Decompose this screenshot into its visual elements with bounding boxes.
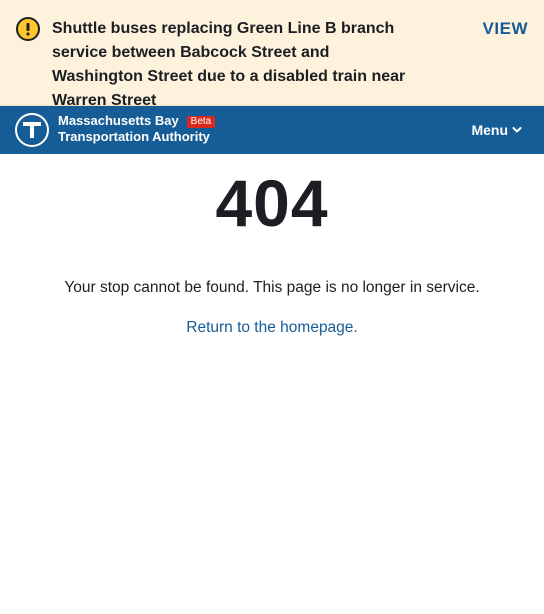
menu-label: Menu: [471, 122, 508, 138]
alert-banner: Shuttle buses replacing Green Line B bra…: [0, 0, 544, 109]
homepage-link[interactable]: Return to the homepage.: [186, 318, 357, 338]
chevron-down-icon: [512, 127, 522, 133]
alert-message: Shuttle buses replacing Green Line B bra…: [52, 20, 406, 109]
error-message: Your stop cannot be found. This page is …: [64, 279, 480, 296]
error-code: 404: [215, 166, 329, 240]
brand-name[interactable]: Massachusetts Bay Beta Transportation Aut…: [58, 113, 216, 145]
brand-line-2: Transportation Authority: [58, 129, 210, 144]
alert-view-link[interactable]: VIEW: [483, 17, 528, 41]
beta-badge: Beta: [186, 116, 216, 128]
brand-line-1: Massachusetts Bay: [58, 113, 179, 128]
menu-button[interactable]: Menu: [471, 121, 522, 139]
warning-icon: [16, 17, 40, 41]
mbta-t-logo-icon[interactable]: [15, 113, 49, 147]
main-content: 404 Your stop cannot be found. This page…: [0, 154, 544, 338]
site-header: Massachusetts Bay Beta Transportation Aut…: [0, 106, 544, 154]
